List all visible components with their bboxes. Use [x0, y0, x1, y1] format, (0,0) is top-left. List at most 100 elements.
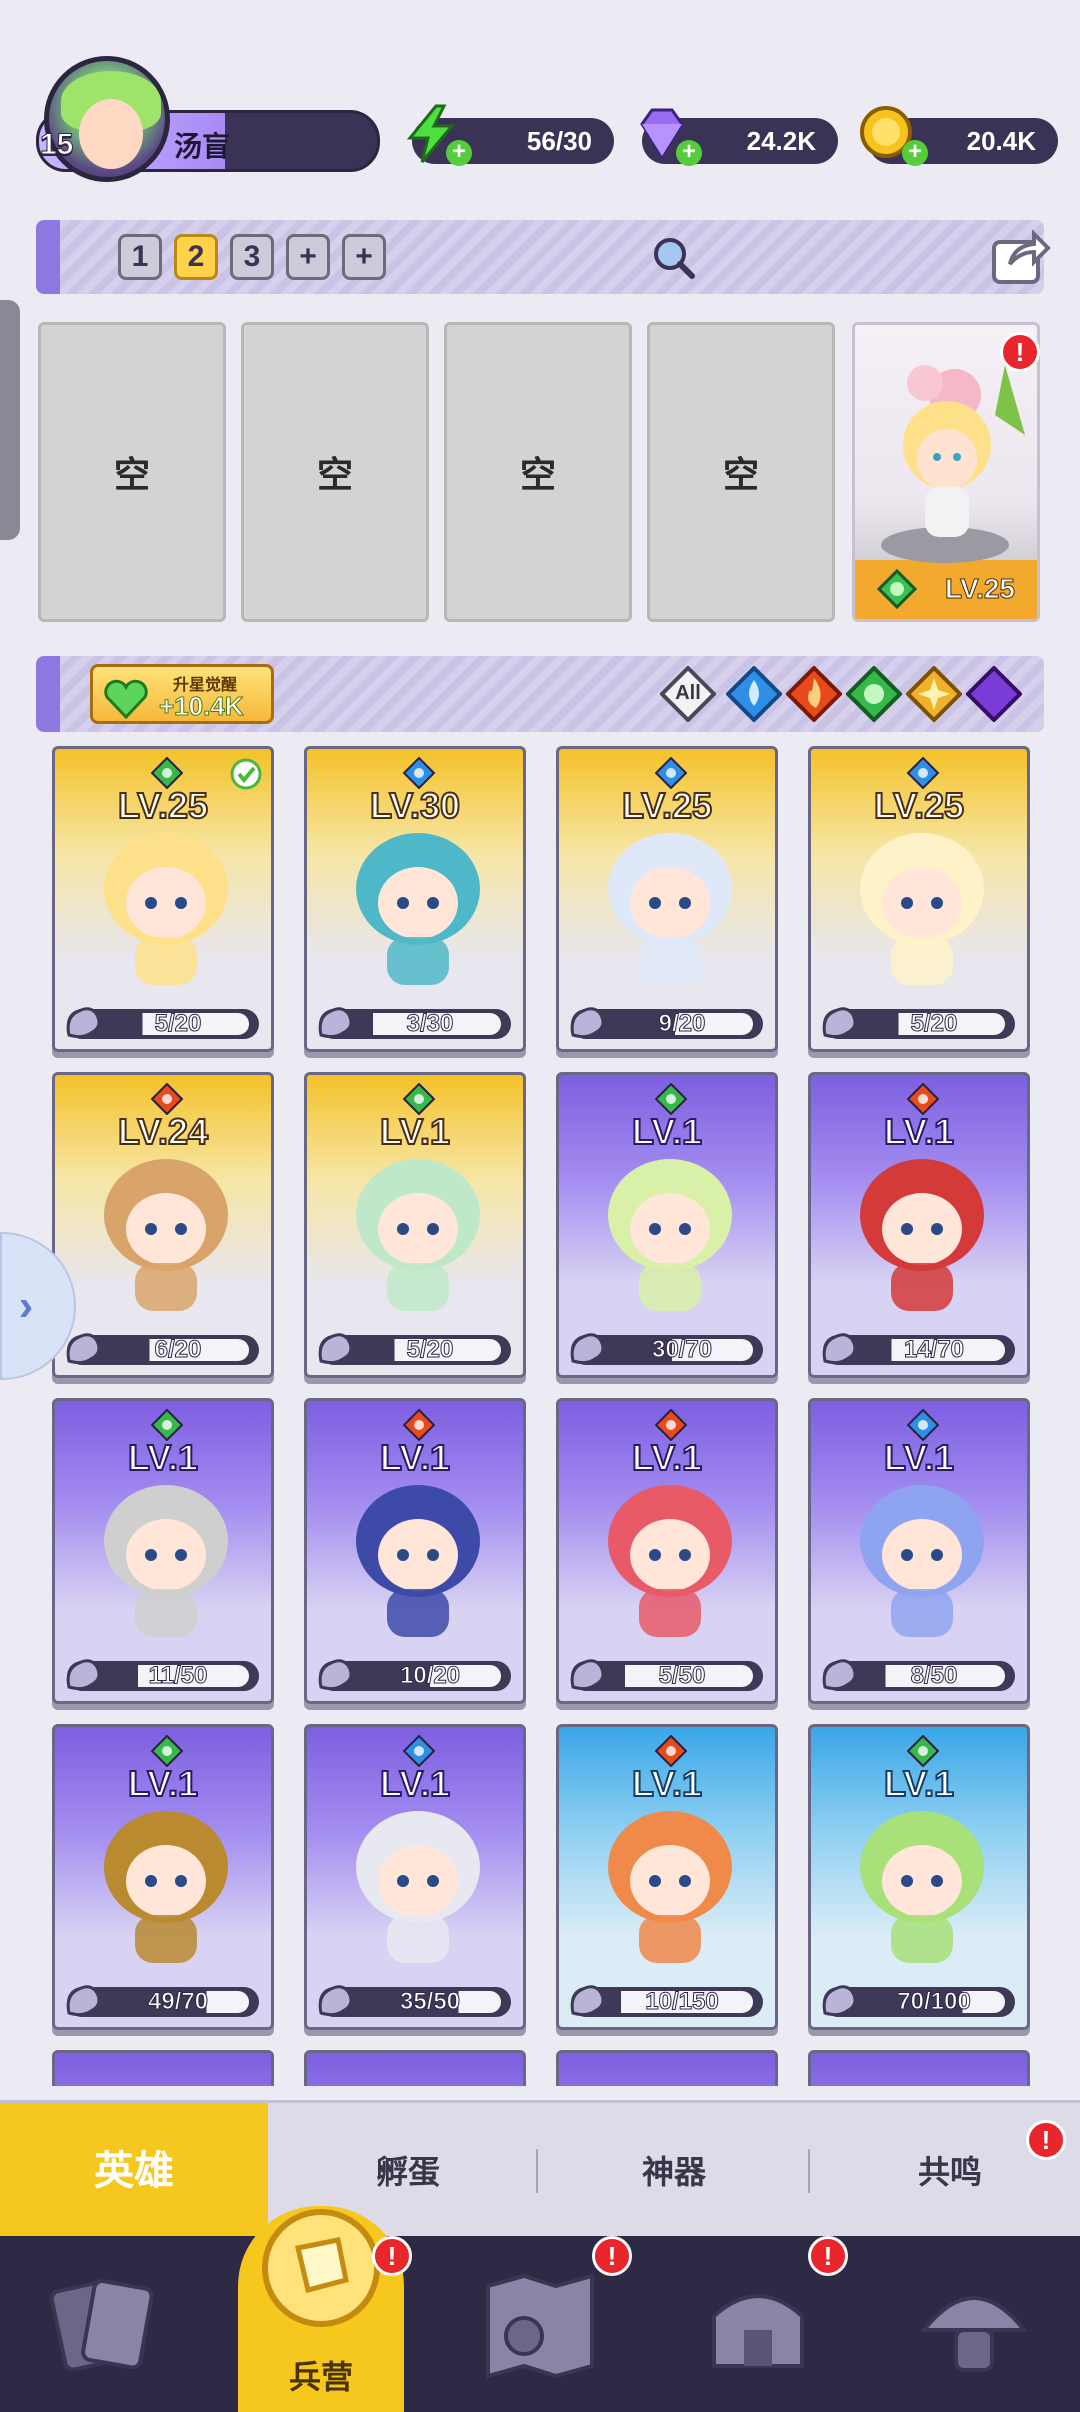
share-icon[interactable] [990, 228, 1052, 286]
fire-element-icon[interactable] [786, 666, 842, 722]
tab-divider [808, 2149, 810, 2193]
hero-card[interactable]: LV.1 11/50 [52, 1398, 274, 1704]
hero-card[interactable] [808, 2050, 1030, 2086]
hero-shard-count: 5/50 [658, 1662, 706, 1690]
hero-level: LV.25 [621, 784, 713, 827]
hero-shard-progress: 5/20 [318, 1333, 511, 1365]
top-hud: 汤盲 15 + 56/30 + 24.2K + 20.4K [0, 0, 1080, 200]
soul-shard-icon [318, 1333, 353, 1365]
hero-portrait [608, 1159, 732, 1311]
hero-card[interactable]: LV.1 10/150 [556, 1724, 778, 2030]
hero-card[interactable]: LV.1 70/100 [808, 1724, 1030, 2030]
hero-card[interactable]: LV.1 30/70 [556, 1072, 778, 1378]
soul-shard-icon [66, 1659, 101, 1691]
nav-mushroom-icon[interactable] [906, 2256, 1042, 2392]
team-slot-3[interactable]: 空 [444, 322, 632, 622]
wind-element-icon[interactable] [846, 666, 902, 722]
hero-grid: LV.25 5/20 LV.30 3/30 LV.25 9/20 LV.25 5/20 LV.2… [52, 746, 1042, 2086]
hero-card[interactable]: LV.25 5/20 [808, 746, 1030, 1052]
hero-level: LV.1 [127, 1436, 199, 1479]
team-tab-2[interactable]: 2 [174, 234, 218, 280]
coins-counter[interactable]: + 20.4K [860, 106, 1058, 166]
tab-artifact[interactable]: 神器 [544, 2147, 804, 2193]
hero-level: LV.1 [127, 1762, 199, 1805]
hero-card[interactable]: LV.25 5/20 [52, 746, 274, 1052]
left-edge-tab[interactable] [0, 300, 20, 540]
hero-portrait [104, 1485, 228, 1637]
team-slot-1[interactable]: 空 [38, 322, 226, 622]
gems-add-icon[interactable]: + [676, 140, 702, 166]
slot-alert-badge: ! [1000, 332, 1040, 372]
hero-card[interactable]: LV.1 14/70 [808, 1072, 1030, 1378]
hero-level: LV.1 [631, 1762, 703, 1805]
team-slot-2[interactable]: 空 [241, 322, 429, 622]
hero-card[interactable]: LV.25 9/20 [556, 746, 778, 1052]
team-tab-add-2[interactable]: + [342, 234, 386, 280]
coins-add-icon[interactable]: + [902, 140, 928, 166]
hero-card[interactable]: LV.1 49/70 [52, 1724, 274, 2030]
hero-shard-count: 5/20 [154, 1010, 202, 1038]
energy-counter[interactable]: + 56/30 [406, 104, 614, 166]
hero-shard-count: 9/20 [658, 1010, 706, 1038]
water-element-icon[interactable] [726, 666, 782, 722]
nav-temple-icon[interactable] [690, 2256, 826, 2392]
barracks-alert-badge: ! [372, 2236, 412, 2276]
hero-shard-progress: 5/50 [570, 1659, 763, 1691]
chevron-right-icon: › [18, 1281, 34, 1330]
hero-portrait [104, 833, 228, 985]
light-element-icon[interactable] [906, 666, 962, 722]
hero-level: LV.1 [631, 1436, 703, 1479]
hero-card[interactable]: LV.1 8/50 [808, 1398, 1030, 1704]
soul-shard-icon [822, 1007, 857, 1039]
team-tab-3[interactable]: 3 [230, 234, 274, 280]
hero-shard-count: 3/30 [406, 1010, 454, 1038]
player-level: 15 [39, 128, 74, 162]
soul-shard-icon [570, 1985, 605, 2017]
hero-card[interactable]: LV.1 5/20 [304, 1072, 526, 1378]
hero-shard-count: 5/20 [910, 1010, 958, 1038]
team-tab-1[interactable]: 1 [118, 234, 162, 280]
hero-card[interactable]: LV.1 35/50 [304, 1724, 526, 2030]
hero-shard-progress: 49/70 [66, 1985, 259, 2017]
energy-add-icon[interactable]: + [446, 140, 472, 166]
soul-shard-icon [822, 1333, 857, 1365]
hero-shard-progress: 5/20 [822, 1007, 1015, 1039]
hero-portrait [104, 1159, 228, 1311]
hero-card[interactable]: LV.30 3/30 [304, 746, 526, 1052]
filter-all[interactable]: All [659, 665, 717, 723]
slot-hero-level: LV.25 [944, 573, 1015, 605]
team-tab-add-1[interactable]: + [286, 234, 330, 280]
soul-shard-icon [570, 1333, 605, 1365]
hero-shard-progress: 11/50 [66, 1659, 259, 1691]
hero-card[interactable] [556, 2050, 778, 2086]
search-icon[interactable] [648, 232, 698, 282]
checkmark-icon [230, 758, 262, 790]
dark-element-icon[interactable] [966, 666, 1022, 722]
nav-map-icon[interactable] [472, 2256, 608, 2392]
wind-element-icon [877, 569, 917, 609]
hero-card[interactable]: LV.24 6/20 [52, 1072, 274, 1378]
player-avatar[interactable] [44, 56, 170, 182]
nav-barracks-icon[interactable] [238, 2190, 404, 2356]
hero-card[interactable]: LV.1 10/20 [304, 1398, 526, 1704]
hero-card[interactable] [304, 2050, 526, 2086]
tab-heroes[interactable]: 英雄 [0, 2103, 268, 2239]
hero-portrait [608, 833, 732, 985]
nav-cards-icon[interactable] [36, 2256, 172, 2392]
hero-shard-count: 49/70 [147, 1988, 209, 2016]
team-slot-4[interactable]: 空 [647, 322, 835, 622]
tab-divider [536, 2149, 538, 2193]
hero-shard-count: 11/50 [148, 1662, 208, 1690]
gems-counter[interactable]: + 24.2K [640, 108, 838, 166]
hero-shard-progress: 70/100 [822, 1985, 1015, 2017]
hero-card[interactable]: LV.1 5/50 [556, 1398, 778, 1704]
power-boost-badge[interactable]: 升星觉醒 +10.4K [90, 664, 274, 724]
tab-hatch[interactable]: 孵蛋 [278, 2147, 538, 2193]
hero-card[interactable] [52, 2050, 274, 2086]
soul-shard-icon [318, 1007, 353, 1039]
resonance-alert-badge: ! [1026, 2120, 1066, 2160]
power-value: +10.4K [159, 691, 245, 722]
hero-shard-count: 10/20 [399, 1662, 461, 1690]
hero-shard-count: 35/50 [399, 1988, 461, 2016]
hero-shard-progress: 35/50 [318, 1985, 511, 2017]
